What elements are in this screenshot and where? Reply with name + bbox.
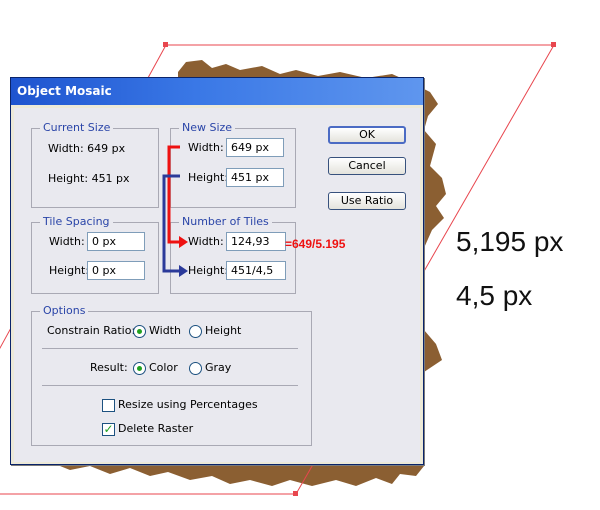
use-ratio-button[interactable]: Use Ratio — [328, 192, 406, 210]
spacing-width-input[interactable]: 0 px — [87, 232, 145, 251]
number-of-tiles-group: Number of Tiles Width: 124,93 Height: 45… — [170, 215, 296, 294]
options-divider-2 — [42, 385, 298, 386]
tile-spacing-group: Tile Spacing Width: 0 px Height: 0 px — [31, 215, 159, 294]
result-label: Result: — [90, 361, 128, 374]
constrain-ratio-label: Constrain Ratio: — [47, 324, 136, 337]
resize-percent-checkbox[interactable] — [102, 399, 115, 412]
spacing-height-label: Height: — [49, 264, 90, 277]
resize-percent-label: Resize using Percentages — [118, 398, 258, 411]
anchor-point-top-left — [163, 42, 168, 47]
anchor-point-top-right — [551, 42, 556, 47]
new-width-input[interactable]: 649 px — [226, 138, 284, 157]
annotation-height-px: 4,5 px — [456, 280, 533, 311]
dialog-title[interactable]: Object Mosaic — [11, 78, 423, 105]
delete-raster-checkbox[interactable]: ✓ — [102, 423, 115, 436]
constrain-height-radio[interactable] — [189, 325, 202, 338]
new-size-legend: New Size — [179, 121, 236, 135]
constrain-height-label: Height — [205, 324, 242, 337]
tiles-height-input[interactable]: 451/4,5 — [226, 261, 286, 280]
formula-annotation: =649/5.195 — [285, 237, 346, 251]
result-gray-radio[interactable] — [189, 362, 202, 375]
spacing-height-input[interactable]: 0 px — [87, 261, 145, 280]
result-color-label: Color — [149, 361, 178, 374]
spacing-width-label: Width: — [49, 235, 85, 248]
cancel-button[interactable]: Cancel — [328, 157, 406, 175]
tiles-width-label: Width: — [188, 235, 224, 248]
result-gray-label: Gray — [205, 361, 232, 374]
current-width-text: Width: 649 px — [48, 142, 126, 155]
ok-button[interactable]: OK — [328, 126, 406, 144]
current-size-group: Current Size Width: 649 px Height: 451 p… — [31, 121, 159, 208]
tile-spacing-legend: Tile Spacing — [40, 215, 113, 229]
options-legend: Options — [40, 304, 89, 318]
tiles-width-input[interactable]: 124,93 — [226, 232, 286, 251]
result-color-radio[interactable] — [133, 362, 146, 375]
tiles-height-label: Height: — [188, 264, 229, 277]
dialog-body: Current Size Width: 649 px Height: 451 p… — [14, 108, 420, 462]
annotation-width-px: 5,195 px — [456, 226, 564, 257]
anchor-point-bottom-right — [293, 491, 298, 496]
constrain-width-radio[interactable] — [133, 325, 146, 338]
delete-raster-label: Delete Raster — [118, 422, 194, 435]
object-mosaic-dialog: Object Mosaic Current Size Width: 649 px… — [10, 77, 424, 465]
current-height-text: Height: 451 px — [48, 172, 130, 185]
new-height-input[interactable]: 451 px — [226, 168, 284, 187]
new-size-group: New Size Width: 649 px Height: 451 px — [170, 121, 296, 208]
constrain-width-label: Width — [149, 324, 181, 337]
options-group: Options Constrain Ratio: Width Height Re… — [31, 304, 312, 446]
new-height-label: Height: — [188, 171, 229, 184]
new-width-label: Width: — [188, 141, 224, 154]
current-size-legend: Current Size — [40, 121, 114, 135]
options-divider-1 — [42, 348, 298, 349]
number-of-tiles-legend: Number of Tiles — [179, 215, 272, 229]
